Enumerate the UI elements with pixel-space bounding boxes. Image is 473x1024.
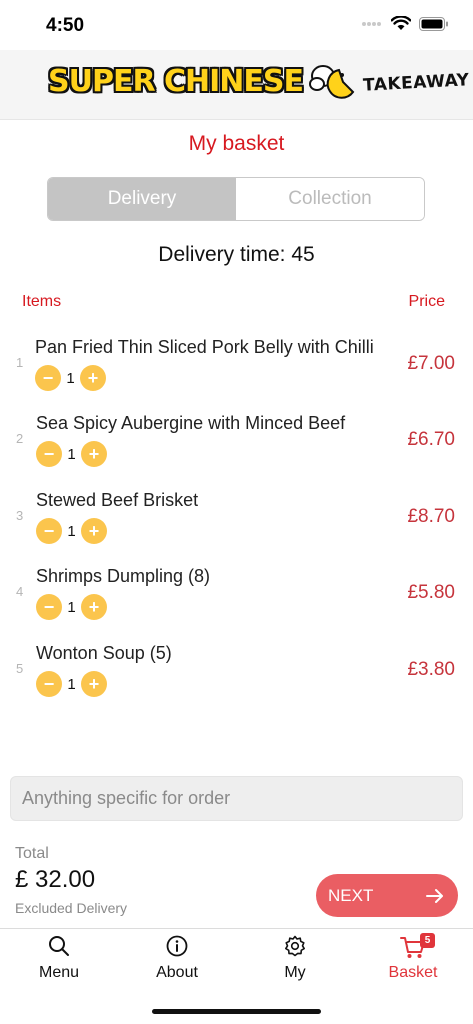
list-item: 2 Sea Spicy Aubergine with Minced Beef −… — [0, 407, 473, 477]
nav-item-my[interactable]: My — [236, 929, 354, 989]
item-number: 2 — [16, 431, 24, 446]
item-price: £3.80 — [407, 659, 455, 680]
increase-quantity-button[interactable]: + — [81, 441, 107, 467]
app-header: SUPER CHINESE TAKEAWAY — [0, 50, 473, 120]
wifi-icon — [390, 15, 412, 36]
arrow-right-icon — [426, 888, 444, 904]
next-button[interactable]: NEXT — [316, 874, 458, 917]
brand-logo: SUPER CHINESE TAKEAWAY — [48, 62, 470, 100]
search-icon — [0, 934, 118, 960]
decrease-quantity-button[interactable]: − — [36, 594, 62, 620]
item-name: Stewed Beef Brisket — [36, 490, 199, 510]
signal-icon — [361, 17, 383, 35]
nav-label-about: About — [156, 964, 198, 981]
nav-label-basket: Basket — [388, 964, 438, 981]
increase-quantity-button[interactable]: + — [81, 594, 107, 620]
cart-icon — [354, 934, 472, 960]
status-bar: 4:50 — [0, 0, 473, 50]
nav-label-menu: Menu — [38, 964, 80, 981]
quantity-value: 1 — [66, 369, 75, 387]
nav-item-about[interactable]: About — [118, 929, 236, 989]
item-price: £7.00 — [407, 353, 455, 374]
battery-icon — [419, 16, 449, 36]
increase-quantity-button[interactable]: + — [80, 365, 106, 391]
item-price: £8.70 — [407, 506, 455, 527]
page-title: My basket — [188, 132, 285, 155]
nav-label-my: My — [284, 964, 306, 981]
home-indicator — [152, 1009, 321, 1014]
item-number: 5 — [16, 661, 24, 676]
next-button-label: NEXT — [328, 885, 374, 905]
logo-sub-text: TAKEAWAY — [362, 70, 470, 96]
gear-icon — [236, 934, 354, 960]
quantity-value: 1 — [67, 445, 76, 463]
basket-count-badge: 5 — [420, 933, 435, 948]
quantity-stepper: − 1 + — [35, 365, 106, 391]
quantity-stepper: − 1 + — [36, 441, 107, 467]
list-item: 1 Pan Fried Thin Sliced Pork Belly with … — [0, 331, 473, 401]
increase-quantity-button[interactable]: + — [81, 518, 107, 544]
decrease-quantity-button[interactable]: − — [35, 365, 61, 391]
status-icons — [361, 15, 449, 36]
tab-delivery[interactable]: Delivery — [48, 178, 236, 220]
status-time: 4:50 — [46, 15, 85, 36]
quantity-value: 1 — [67, 675, 76, 693]
total-delivery-note: Excluded Delivery — [15, 900, 128, 916]
decrease-quantity-button[interactable]: − — [36, 518, 62, 544]
item-number: 1 — [16, 355, 24, 370]
item-number: 4 — [16, 584, 24, 599]
decrease-quantity-button[interactable]: − — [36, 671, 62, 697]
item-name: Shrimps Dumpling (8) — [36, 566, 211, 586]
decrease-quantity-button[interactable]: − — [36, 441, 62, 467]
order-note-input[interactable] — [11, 777, 462, 820]
order-type-toggle: Delivery Collection — [47, 177, 425, 221]
quantity-value: 1 — [67, 522, 76, 540]
items-column-header: Items — [22, 293, 62, 310]
tab-collection[interactable]: Collection — [236, 178, 424, 220]
item-name: Sea Spicy Aubergine with Minced Beef — [36, 413, 346, 433]
increase-quantity-button[interactable]: + — [81, 671, 107, 697]
price-column-header: Price — [408, 293, 445, 310]
quantity-stepper: − 1 + — [36, 518, 107, 544]
nav-item-basket[interactable]: 5 Basket — [354, 929, 472, 989]
delivery-time: Delivery time: 45 — [158, 243, 315, 266]
list-item: 3 Stewed Beef Brisket − 1 + £8.70 — [0, 484, 473, 554]
info-icon — [118, 934, 236, 960]
list-item: 4 Shrimps Dumpling (8) − 1 + £5.80 — [0, 560, 473, 630]
list-item: 5 Wonton Soup (5) − 1 + £3.80 — [0, 637, 473, 707]
item-price: £5.80 — [407, 582, 455, 603]
total-value: £ 32.00 — [15, 866, 96, 893]
nav-item-menu[interactable]: Menu — [0, 929, 118, 989]
mascot-icon — [308, 62, 361, 100]
item-name: Pan Fried Thin Sliced Pork Belly with Ch… — [35, 337, 374, 357]
item-price: £6.70 — [407, 429, 455, 450]
quantity-value: 1 — [67, 598, 76, 616]
total-label: Total — [15, 845, 49, 862]
logo-main-text: SUPER CHINESE — [48, 63, 304, 99]
quantity-stepper: − 1 + — [36, 594, 107, 620]
item-number: 3 — [16, 508, 24, 523]
quantity-stepper: − 1 + — [36, 671, 107, 697]
item-name: Wonton Soup (5) — [36, 643, 172, 663]
order-note-field — [10, 776, 463, 821]
